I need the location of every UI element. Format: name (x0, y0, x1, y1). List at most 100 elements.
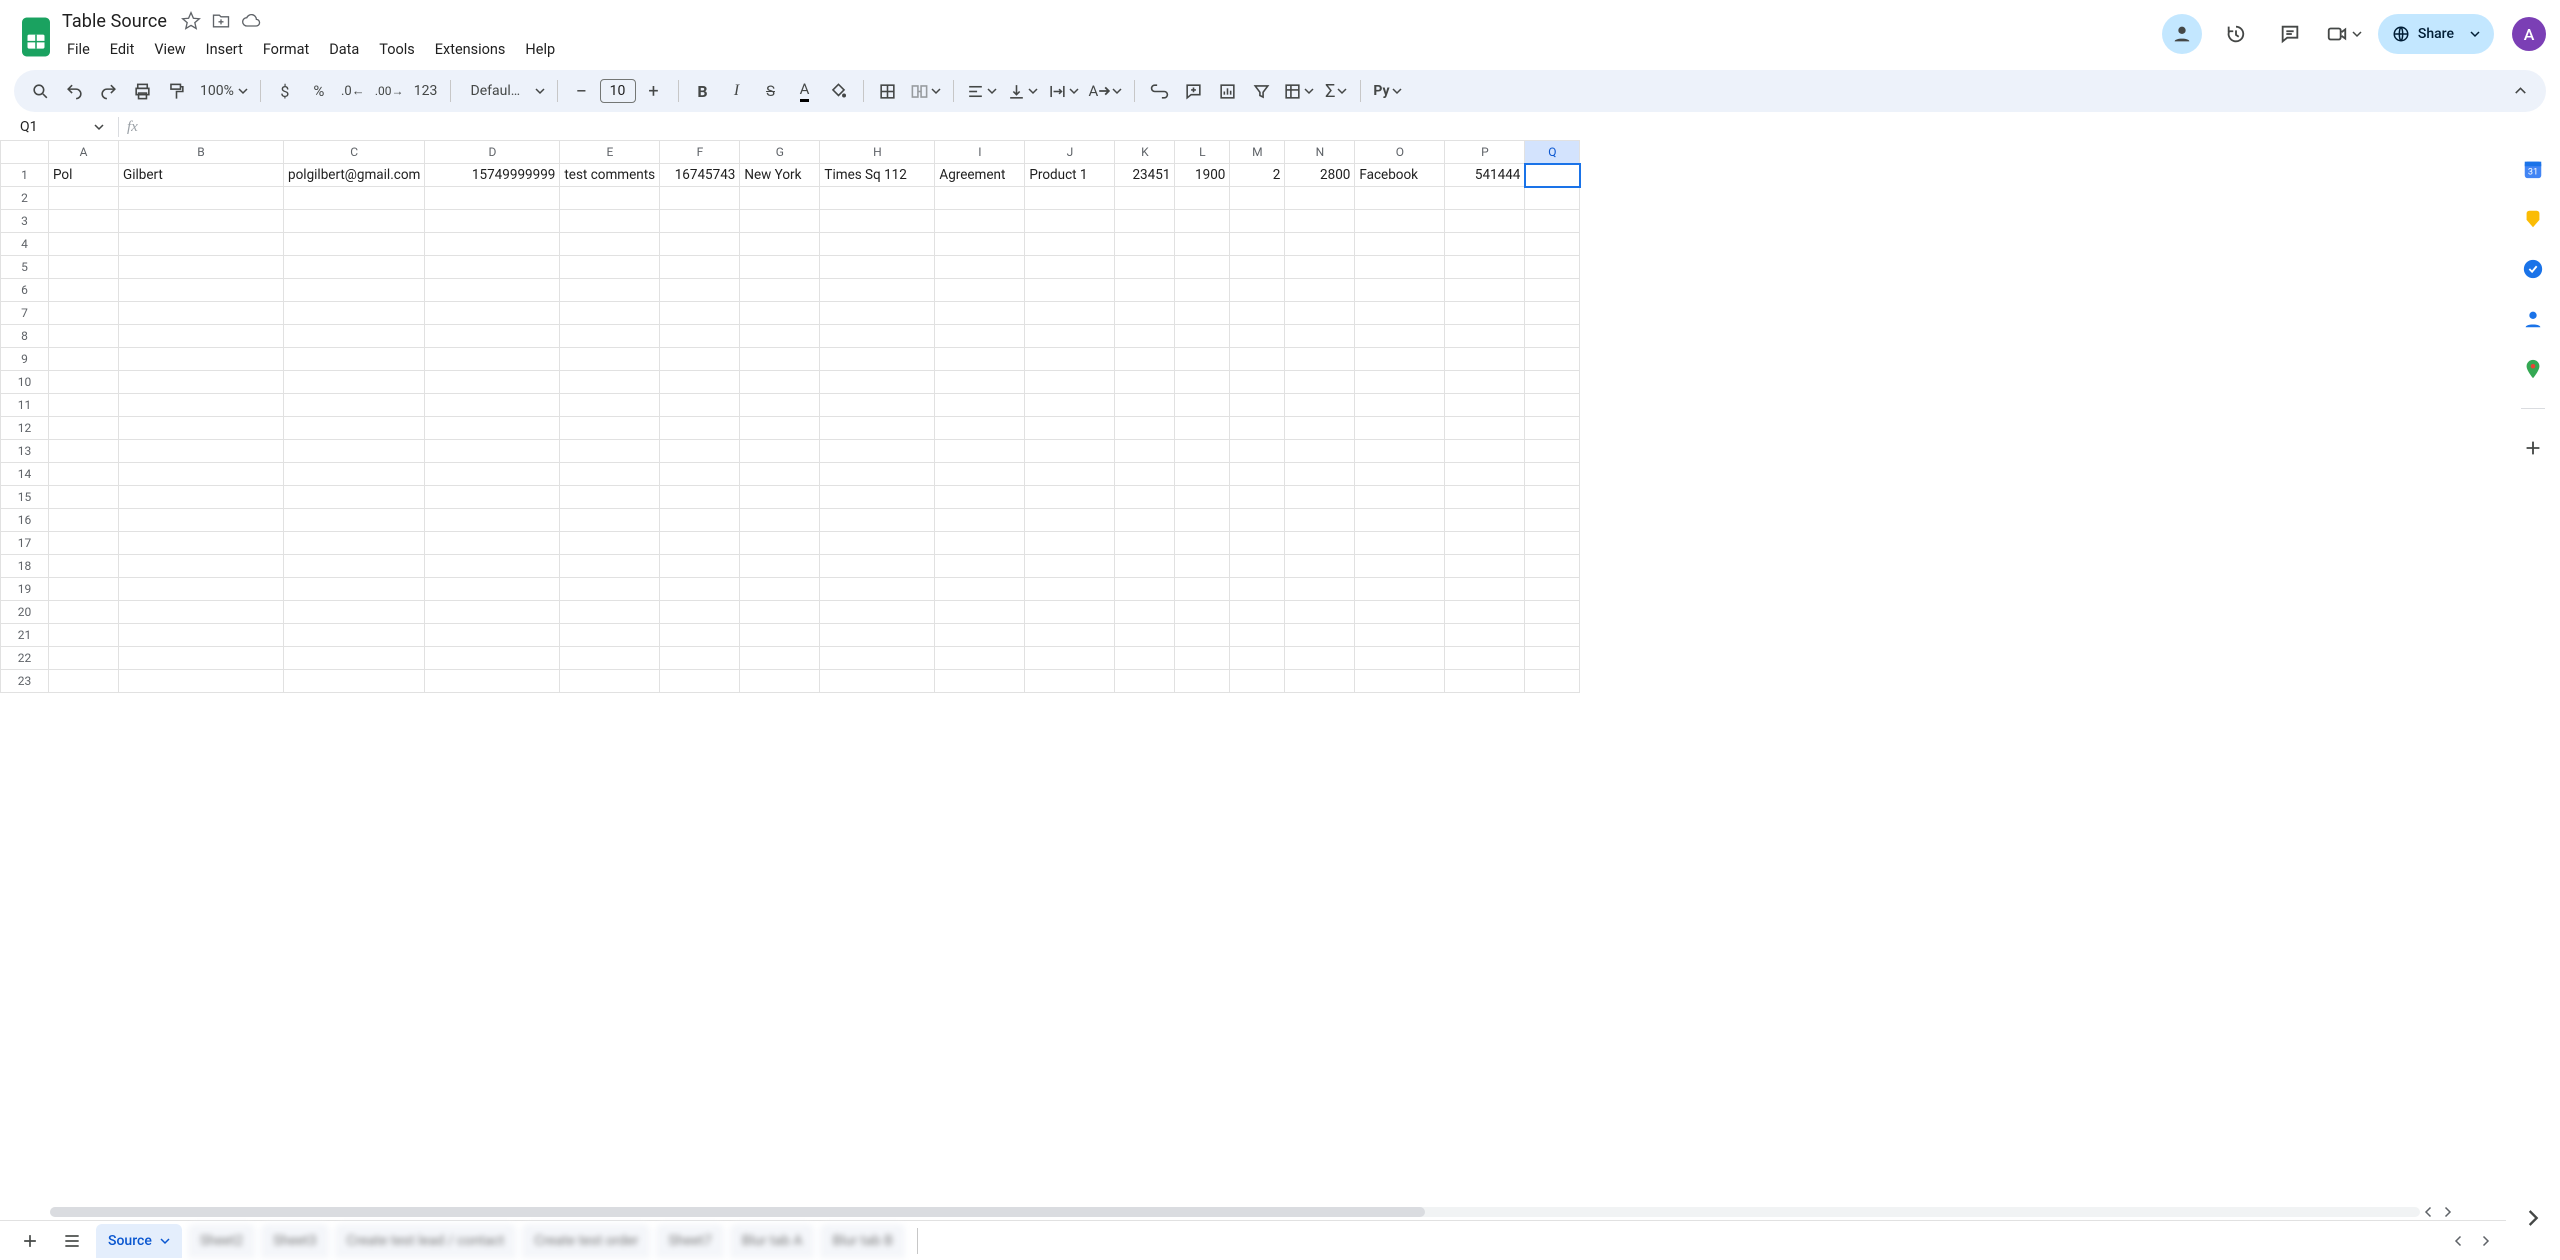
cell[interactable] (49, 256, 119, 279)
cell[interactable] (1230, 463, 1285, 486)
cell[interactable] (820, 624, 935, 647)
cell[interactable] (660, 279, 740, 302)
cell[interactable] (1025, 187, 1115, 210)
cell[interactable] (119, 279, 284, 302)
cell[interactable] (1115, 440, 1175, 463)
text-color-icon[interactable]: A (789, 76, 821, 106)
cell[interactable] (1175, 440, 1230, 463)
paint-format-icon[interactable] (160, 76, 192, 106)
cell[interactable] (1445, 210, 1525, 233)
maps-icon[interactable] (2522, 358, 2544, 380)
cell[interactable] (119, 210, 284, 233)
cell[interactable] (740, 348, 820, 371)
cell[interactable] (1285, 256, 1355, 279)
column-header[interactable]: Q (1525, 141, 1580, 164)
cell[interactable] (1230, 233, 1285, 256)
cell[interactable] (284, 233, 425, 256)
star-icon[interactable] (181, 11, 201, 31)
cell[interactable] (560, 187, 660, 210)
cell[interactable] (820, 578, 935, 601)
cell[interactable] (119, 417, 284, 440)
cell[interactable] (935, 578, 1025, 601)
cell[interactable] (1285, 440, 1355, 463)
cell[interactable] (820, 394, 935, 417)
print-icon[interactable] (126, 76, 158, 106)
cell[interactable] (1175, 279, 1230, 302)
cell[interactable] (1355, 486, 1445, 509)
filter-icon[interactable] (1245, 76, 1277, 106)
share-dropdown-icon[interactable] (2462, 14, 2486, 54)
cell[interactable] (119, 578, 284, 601)
cell[interactable] (820, 371, 935, 394)
cell[interactable] (425, 279, 560, 302)
cell[interactable] (284, 187, 425, 210)
cell[interactable] (660, 463, 740, 486)
cell[interactable] (1355, 440, 1445, 463)
insert-comment-icon[interactable] (1177, 76, 1209, 106)
column-header[interactable]: G (740, 141, 820, 164)
cell[interactable] (820, 670, 935, 693)
row-header[interactable]: 6 (1, 279, 49, 302)
cell[interactable] (740, 670, 820, 693)
cell[interactable] (1230, 440, 1285, 463)
cell[interactable] (1355, 256, 1445, 279)
cell[interactable] (1445, 647, 1525, 670)
cell[interactable] (1230, 509, 1285, 532)
cell[interactable] (560, 601, 660, 624)
row-header[interactable]: 12 (1, 417, 49, 440)
cell[interactable] (820, 348, 935, 371)
cell[interactable] (740, 601, 820, 624)
get-addons-icon[interactable] (2522, 437, 2544, 459)
bold-icon[interactable]: B (687, 76, 719, 106)
cell[interactable] (660, 348, 740, 371)
row-header[interactable]: 14 (1, 463, 49, 486)
cell[interactable] (1445, 394, 1525, 417)
cell[interactable] (1355, 394, 1445, 417)
sheet-tab[interactable]: Create test lead / contact (335, 1224, 517, 1258)
tab-nav-left-icon[interactable] (2450, 1232, 2468, 1250)
font-family-dropdown[interactable]: Defaul… (459, 76, 549, 106)
cell[interactable] (425, 187, 560, 210)
cell[interactable] (49, 279, 119, 302)
cell[interactable] (1525, 302, 1580, 325)
cell[interactable] (284, 302, 425, 325)
sheet-tab[interactable]: Sheet2 (188, 1224, 255, 1258)
cell[interactable] (1525, 670, 1580, 693)
cell[interactable] (1525, 555, 1580, 578)
tasks-icon[interactable] (2522, 258, 2544, 280)
cell[interactable] (820, 532, 935, 555)
cell[interactable] (1445, 279, 1525, 302)
cell[interactable] (1285, 624, 1355, 647)
cell[interactable] (1525, 279, 1580, 302)
cell[interactable] (284, 348, 425, 371)
cell[interactable] (560, 348, 660, 371)
cell[interactable] (425, 624, 560, 647)
cell[interactable]: 1900 (1175, 164, 1230, 187)
cell[interactable] (935, 394, 1025, 417)
cell[interactable] (660, 555, 740, 578)
cell[interactable] (560, 371, 660, 394)
cell[interactable] (660, 187, 740, 210)
column-header[interactable]: M (1230, 141, 1285, 164)
cell[interactable] (49, 394, 119, 417)
search-menus-icon[interactable] (24, 76, 56, 106)
row-header[interactable]: 19 (1, 578, 49, 601)
cell[interactable] (1285, 325, 1355, 348)
cell[interactable] (425, 647, 560, 670)
cell[interactable] (1175, 647, 1230, 670)
cell[interactable] (1025, 417, 1115, 440)
cell[interactable] (935, 463, 1025, 486)
cell[interactable] (1025, 440, 1115, 463)
column-header[interactable]: D (425, 141, 560, 164)
cell[interactable] (284, 325, 425, 348)
cell[interactable] (560, 486, 660, 509)
cell[interactable] (1355, 302, 1445, 325)
cell[interactable] (1115, 279, 1175, 302)
menu-help[interactable]: Help (516, 36, 564, 63)
cell[interactable] (119, 302, 284, 325)
cell[interactable] (560, 670, 660, 693)
cell[interactable] (740, 417, 820, 440)
cell[interactable] (119, 509, 284, 532)
cell[interactable] (560, 463, 660, 486)
cell[interactable] (1355, 210, 1445, 233)
